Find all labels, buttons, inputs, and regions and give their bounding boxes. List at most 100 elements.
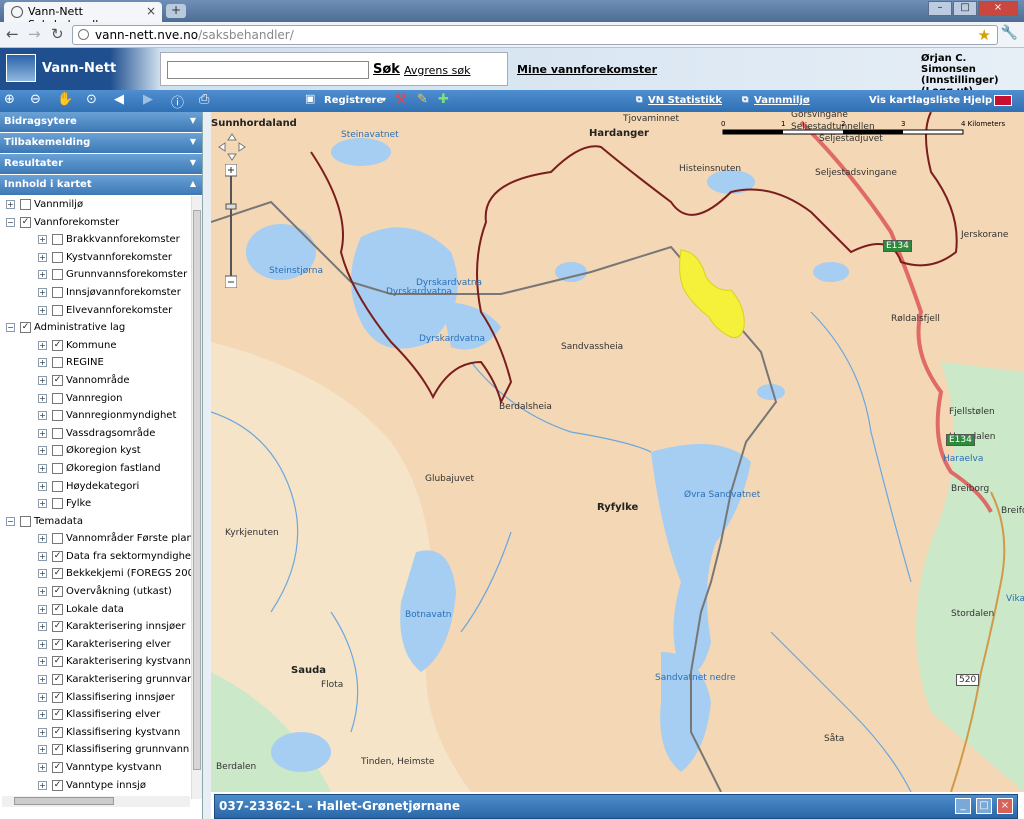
new-tab-button[interactable]: + (166, 4, 186, 18)
register-dropdown-icon[interactable]: ▾ (382, 95, 386, 104)
layer-tree-item[interactable]: + ✓ Karakterisering innsjøer (0, 618, 191, 636)
wrench-icon[interactable]: 🔧 (1001, 25, 1018, 41)
expand-icon[interactable]: + (38, 692, 47, 702)
expand-icon[interactable]: + (38, 358, 47, 368)
layer-tree-item[interactable]: + Kystvannforekomster (0, 249, 191, 267)
print-icon[interactable]: ⎙ (199, 92, 209, 107)
expand-icon[interactable]: + (38, 604, 47, 614)
panel-map-content[interactable]: Innhold i kartet ▲ (0, 175, 202, 195)
layer-checkbox[interactable] (52, 392, 63, 404)
layer-checkbox[interactable]: ✓ (52, 568, 63, 580)
register-menu[interactable]: Registrere (324, 95, 383, 106)
layer-tree-item[interactable]: + ✓ Vanntype innsjø (0, 777, 191, 795)
layer-tree-item[interactable]: + Grunnvannsforekomster (0, 266, 191, 284)
layer-checkbox[interactable]: ✓ (20, 216, 31, 228)
layer-tree-item[interactable]: + Vannmiljø (0, 196, 191, 214)
info-icon[interactable]: ⓘ (171, 92, 184, 111)
zoom-slider[interactable] (225, 164, 237, 288)
layer-checkbox[interactable] (52, 269, 63, 281)
layer-checkbox[interactable]: ✓ (52, 550, 63, 562)
settings-link[interactable]: (Innstillinger) (921, 75, 1024, 86)
layer-checkbox[interactable]: ✓ (52, 621, 63, 633)
tree-vertical-scrollbar[interactable] (191, 196, 202, 799)
measure-tool-icon[interactable]: ⚒ (395, 92, 407, 107)
layer-checkbox[interactable] (52, 251, 63, 263)
expand-icon[interactable]: + (38, 551, 47, 561)
show-layer-list-link[interactable]: Vis kartlagsliste (869, 95, 960, 106)
zoom-in-icon[interactable]: ⊕ (4, 92, 15, 107)
selected-waterbody[interactable] (679, 249, 745, 338)
expand-icon[interactable]: + (38, 587, 47, 597)
back-arrow-icon[interactable]: ← (6, 25, 19, 43)
expand-icon[interactable]: + (38, 763, 47, 772)
expand-icon[interactable]: + (38, 727, 47, 737)
previous-extent-icon[interactable]: ◀ (114, 92, 124, 107)
layer-tree-item[interactable]: + Innsjøvannforekomster (0, 284, 191, 302)
reload-icon[interactable]: ↻ (51, 25, 64, 43)
layer-tree-item[interactable]: − ✓ Vannforekomster (0, 214, 191, 232)
layer-checkbox[interactable]: ✓ (20, 322, 31, 334)
vn-statistics-link[interactable]: VN Statistikk (648, 95, 722, 106)
layer-checkbox[interactable]: ✓ (52, 762, 63, 773)
layer-checkbox[interactable]: ✓ (52, 656, 63, 668)
expand-icon[interactable]: + (38, 375, 47, 385)
layer-tree-item[interactable]: + ✓ Klassifisering grunnvann (0, 741, 191, 759)
map-view[interactable]: Sunnhordaland Hardanger Tjovaminnet Gorsvin… (211, 112, 1024, 792)
browser-tab[interactable]: Vann-Nett Saksbehandler × (4, 2, 162, 31)
layer-checkbox[interactable] (52, 286, 63, 298)
layer-checkbox[interactable]: ✓ (52, 744, 63, 756)
bookmark-star-icon[interactable]: ★ (978, 26, 991, 44)
layer-checkbox[interactable] (20, 515, 31, 527)
layer-tree-item[interactable]: + ✓ Karakterisering elver (0, 636, 191, 654)
layer-tree-item[interactable]: + ✓ Klassifisering elver (0, 706, 191, 724)
zoom-extent-icon[interactable]: ⊙ (86, 92, 97, 107)
expand-icon[interactable]: + (38, 252, 47, 262)
expand-icon[interactable]: + (38, 411, 47, 421)
layer-checkbox[interactable] (52, 410, 63, 422)
expand-icon[interactable]: + (38, 569, 47, 579)
pan-hand-icon[interactable]: ✋ (57, 92, 73, 107)
expand-icon[interactable]: + (38, 639, 47, 649)
layer-tree-item[interactable]: + Elvevannforekomster (0, 302, 191, 320)
layer-tree-item[interactable]: + Fylke (0, 495, 191, 513)
expand-icon[interactable]: + (38, 463, 47, 473)
expand-icon[interactable]: + (38, 657, 47, 667)
layer-tree-item[interactable]: + Vassdragsområde (0, 425, 191, 443)
layer-tree-item[interactable]: + ✓ Kommune (0, 337, 191, 355)
layer-tree-item[interactable]: + REGINE (0, 354, 191, 372)
minimize-panel-button[interactable]: _ (955, 798, 971, 814)
tree-horizontal-scrollbar[interactable] (2, 796, 190, 807)
scrollbar-thumb[interactable] (193, 210, 201, 770)
layer-checkbox[interactable] (52, 427, 63, 439)
layer-tree-item[interactable]: + ✓ Klassifisering kystvann (0, 724, 191, 742)
panel-contributors[interactable]: Bidragsytere ▼ (0, 112, 202, 132)
layer-tree-item[interactable]: + ✓ Overvåkning (utkast) (0, 583, 191, 601)
uk-flag-icon[interactable] (994, 95, 1012, 106)
layer-checkbox[interactable] (52, 445, 63, 457)
layer-tree-item[interactable]: − ✓ Administrative lag (0, 319, 191, 337)
layer-checkbox[interactable] (20, 199, 31, 210)
pencil-icon[interactable]: ✎ (417, 92, 428, 107)
expand-icon[interactable]: + (38, 675, 47, 685)
feature-info-panel[interactable]: 037-23362-L - Hallet-Grønetjørnane _ □ × (214, 794, 1018, 819)
layer-tree-item[interactable]: + ✓ Lokale data (0, 601, 191, 619)
expand-icon[interactable]: + (38, 428, 47, 438)
close-tab-icon[interactable]: × (146, 4, 156, 18)
help-link[interactable]: Hjelp (963, 95, 992, 106)
maximize-window-button[interactable]: □ (953, 1, 977, 16)
maximize-panel-button[interactable]: □ (976, 798, 992, 814)
layer-checkbox[interactable]: ✓ (52, 603, 63, 615)
layer-tree-item[interactable]: + Vannområder Første planfa (0, 530, 191, 548)
expand-icon[interactable]: + (38, 340, 47, 350)
layer-checkbox[interactable]: ✓ (52, 726, 63, 738)
layer-checkbox[interactable] (52, 498, 63, 510)
refine-search-link[interactable]: Avgrens søk (404, 64, 470, 77)
close-window-button[interactable]: × (978, 1, 1018, 16)
layer-checkbox[interactable]: ✓ (52, 779, 63, 791)
expand-icon[interactable]: + (38, 499, 47, 509)
layer-tree-item[interactable]: + ✓ Klassifisering innsjøer (0, 689, 191, 707)
expand-icon[interactable]: + (38, 393, 47, 403)
layer-checkbox[interactable]: ✓ (52, 691, 63, 703)
sidebar-splitter[interactable] (203, 112, 211, 819)
collapse-icon[interactable]: − (6, 323, 15, 333)
